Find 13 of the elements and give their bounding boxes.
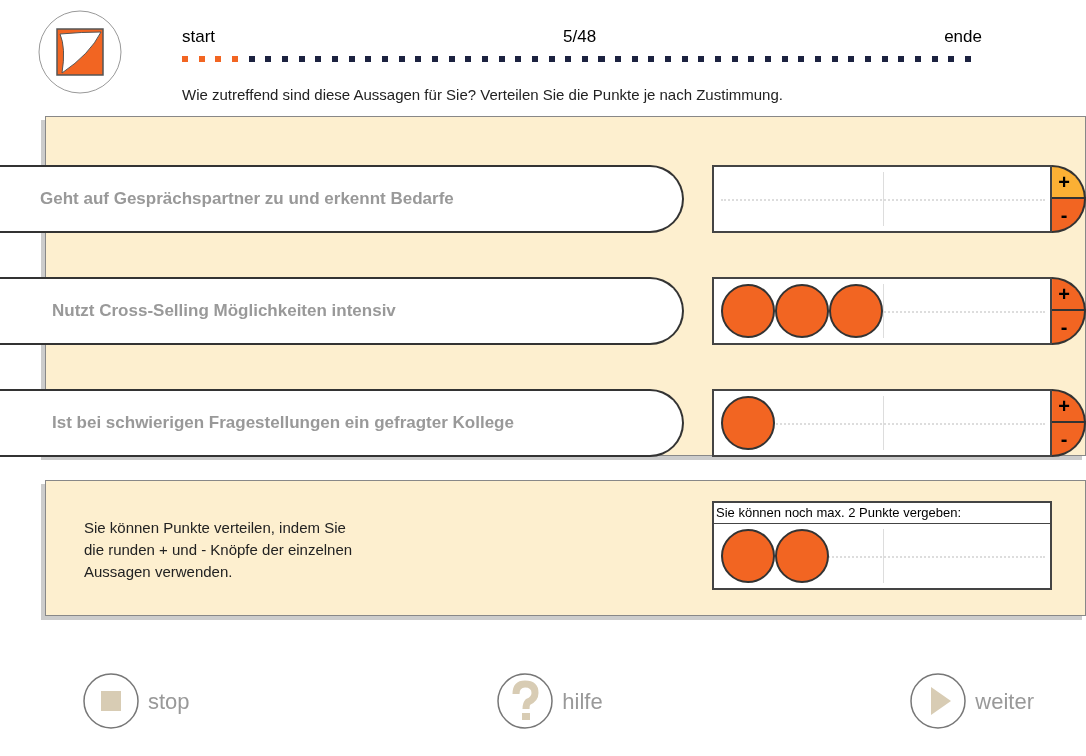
end-label: ende xyxy=(944,26,982,48)
statement-text: Nutzt Cross-Selling Möglichkeiten intensiv xyxy=(51,300,396,323)
instruction-text: Wie zutreffend sind diese Aussagen für Sie? Verteilen Sie die Punkte je nach Zustimmung. xyxy=(182,84,784,105)
statement-text: Ist bei schwierigen Fragestellungen ein gefragter Kollege xyxy=(51,412,514,435)
start-label: start xyxy=(182,26,216,48)
progress-counter: 5/48 xyxy=(563,26,597,48)
statement-text: Geht auf Gesprächspartner zu und erkennt Bedarfe xyxy=(39,188,454,211)
logo-icon xyxy=(38,10,122,94)
hint-text: Sie können Punkte verteilen, indem Sie die runden + und - Knöpfe der einzelnen Aussagen verwenden. xyxy=(84,518,354,582)
stop-icon xyxy=(82,672,140,730)
play-icon xyxy=(909,672,968,730)
help-icon xyxy=(496,672,555,730)
remaining-points-title: Sie können noch max. 2 Punkte vergeben: xyxy=(714,503,1050,524)
